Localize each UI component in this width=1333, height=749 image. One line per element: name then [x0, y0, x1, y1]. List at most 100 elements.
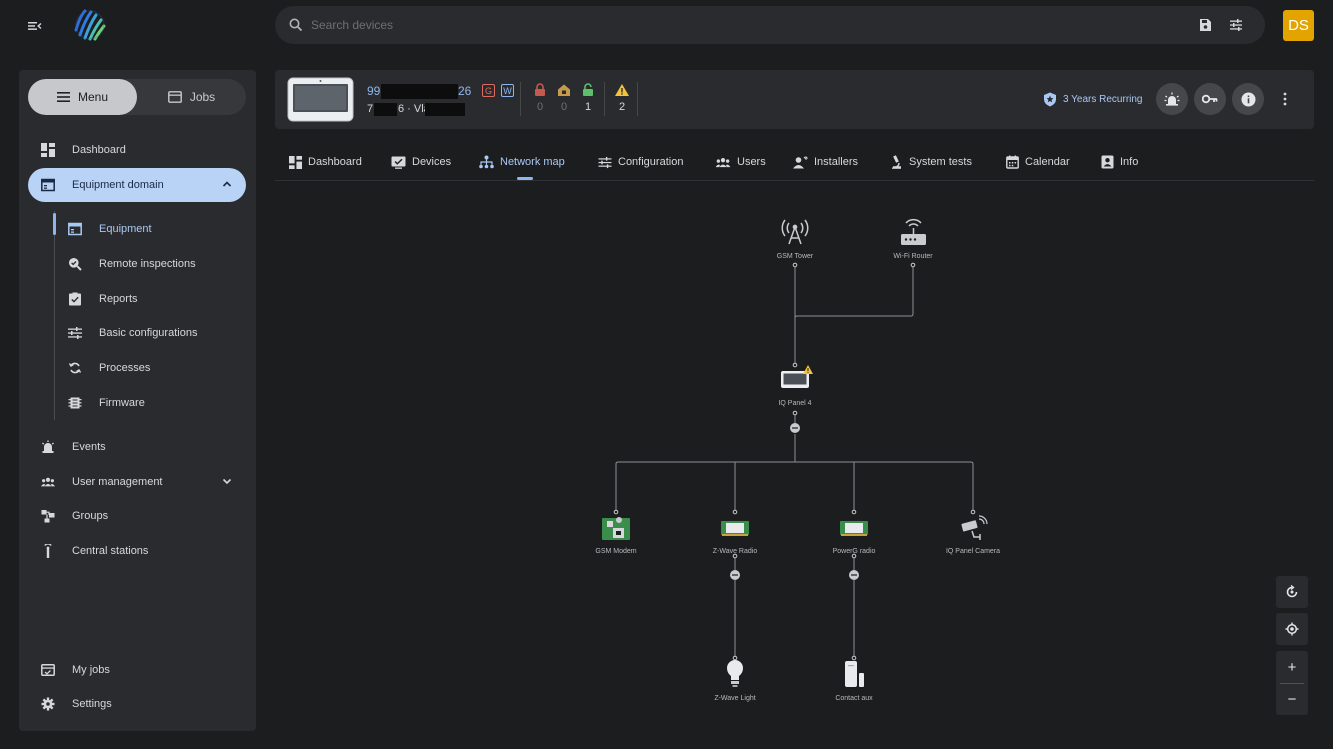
network-icon — [479, 155, 494, 169]
contact-sensor-icon — [845, 661, 864, 687]
stat-home-lock: 0 — [556, 83, 572, 113]
zoom-out-button[interactable]: − — [1276, 683, 1308, 715]
center-map-button[interactable] — [1276, 613, 1308, 645]
sidebar-subitem-basic-configurations[interactable]: Basic configurations — [55, 318, 246, 348]
node-contact-aux[interactable]: Contact aux — [835, 661, 873, 702]
rotate-layout-button[interactable] — [1276, 576, 1308, 608]
sidebar-subitem-firmware[interactable]: Firmware — [55, 388, 246, 418]
collapse-toggle[interactable] — [790, 423, 800, 433]
dashboard-icon — [289, 155, 302, 169]
collapse-toggle[interactable] — [730, 570, 740, 580]
users-icon — [41, 477, 55, 487]
node-label: PowerG radio — [833, 548, 876, 555]
sidebar-item-label: Dashboard — [72, 144, 126, 156]
calendar-icon — [1006, 155, 1019, 169]
sidebar-item-my-jobs[interactable]: My jobs — [28, 653, 246, 687]
sidebar-item-settings[interactable]: Settings — [28, 687, 246, 721]
sidebar-subitem-equipment[interactable]: Equipment — [55, 214, 246, 244]
sidebar-subitem-processes[interactable]: Processes — [55, 353, 246, 383]
node-gsm-modem[interactable]: GSM Modem — [595, 517, 637, 555]
lock-red-icon — [535, 83, 545, 96]
sidebar-item-label: Events — [72, 441, 106, 453]
more-options-button[interactable] — [1279, 90, 1291, 108]
alarm-light-icon — [1164, 92, 1180, 106]
user-avatar[interactable]: DS — [1283, 10, 1314, 41]
map-connections — [615, 266, 974, 658]
jobs-icon — [41, 664, 55, 676]
tab-installers[interactable]: Installers — [793, 152, 858, 172]
stat-value: 1 — [584, 101, 592, 113]
sidebar-item-label: Equipment domain — [72, 179, 164, 191]
device-tabs: Dashboard Devices Network map Configurat… — [275, 145, 1314, 181]
sidebar-item-user-management[interactable]: User management — [28, 465, 246, 499]
sidebar-item-groups[interactable]: Groups — [28, 499, 246, 533]
stat-value: 0 — [536, 101, 544, 113]
contact-icon — [1101, 155, 1114, 169]
save-icon — [1200, 19, 1211, 31]
tab-label: Network map — [500, 156, 565, 168]
subscription-link[interactable]: 3 Years Recurring — [1043, 92, 1143, 107]
menu-collapse-button[interactable] — [24, 16, 46, 36]
warning-badge-icon — [803, 365, 813, 374]
sliders-icon — [598, 156, 612, 168]
zoom-in-button[interactable]: + — [1276, 651, 1308, 683]
sidebar-subitem-remote-inspections[interactable]: Remote inspections — [55, 249, 246, 279]
rotate-icon — [1286, 585, 1298, 598]
node-powerg-radio[interactable]: PowerG radio — [833, 521, 876, 555]
jobs-segment-button[interactable]: Jobs — [137, 79, 246, 115]
sidebar-item-dashboard[interactable]: Dashboard — [28, 133, 246, 167]
filter-button[interactable] — [1228, 17, 1244, 33]
badge-g: G — [482, 84, 495, 97]
tab-info[interactable]: Info — [1101, 152, 1138, 172]
node-label: Contact aux — [835, 695, 873, 702]
sync-icon — [68, 362, 82, 374]
node-gsm-tower[interactable]: GSM Tower — [777, 219, 814, 260]
tab-users[interactable]: Users — [715, 152, 766, 172]
warning-icon — [615, 84, 629, 96]
sidebar-item-equipment-domain[interactable]: Equipment domain — [28, 168, 246, 202]
tab-devices[interactable]: Devices — [391, 152, 451, 172]
sidebar-item-central-stations[interactable]: Central stations — [28, 534, 246, 568]
node-wifi-router[interactable]: Wi-Fi Router — [893, 218, 933, 260]
save-button[interactable] — [1197, 17, 1213, 33]
node-z-wave-light[interactable]: Z-Wave Light — [714, 660, 756, 702]
gsm-tower-icon — [781, 219, 809, 245]
tab-network-map[interactable]: Network map — [479, 152, 565, 172]
equipment-icon — [68, 222, 82, 236]
shield-icon — [1044, 92, 1056, 107]
menu-collapse-icon — [28, 22, 42, 30]
home-lock-icon — [558, 84, 570, 96]
brand-logo[interactable] — [70, 8, 110, 42]
stat-value: 0 — [560, 101, 568, 113]
stat-warnings: 2 — [614, 83, 630, 113]
sidebar-subitem-reports[interactable]: Reports — [55, 284, 246, 314]
chevron-down-icon — [222, 478, 232, 485]
wifi-router-icon — [901, 218, 926, 245]
node-iq-panel-camera[interactable]: IQ Panel Camera — [946, 515, 1000, 555]
tune-icon — [1230, 19, 1242, 31]
sidebar-subitem-label: Processes — [99, 362, 151, 374]
panel-device-image — [287, 77, 354, 122]
tab-calendar[interactable]: Calendar — [1006, 152, 1070, 172]
camera-icon — [961, 515, 988, 540]
redacted-block — [425, 103, 465, 116]
divider — [520, 82, 521, 116]
collapse-toggle[interactable] — [849, 570, 859, 580]
tab-system-tests[interactable]: System tests — [890, 152, 972, 172]
device-header: 99 26 G W 7 6 · Vla 0 0 1 2 3 Years Recu… — [275, 70, 1314, 129]
tab-configuration[interactable]: Configuration — [598, 152, 683, 172]
node-iq-panel-4[interactable]: IQ Panel 4 — [778, 365, 813, 407]
divider — [637, 82, 638, 116]
node-z-wave-radio[interactable]: Z-Wave Radio — [713, 521, 758, 555]
stat-unlocked: 1 — [580, 83, 596, 113]
node-label: GSM Tower — [777, 253, 814, 260]
search-input[interactable] — [311, 15, 1171, 35]
device-account-start: 7 — [367, 103, 374, 115]
key-button[interactable] — [1194, 83, 1226, 115]
menu-segment-button[interactable]: Menu — [28, 79, 137, 115]
alarm-light-button[interactable] — [1156, 83, 1188, 115]
info-button[interactable] — [1232, 83, 1264, 115]
tab-dashboard[interactable]: Dashboard — [289, 152, 362, 172]
network-map-canvas[interactable]: GSM Tower Wi-Fi Router IQ Panel 4 GSM Mo… — [275, 182, 1314, 731]
sidebar-item-events[interactable]: Events — [28, 430, 246, 464]
